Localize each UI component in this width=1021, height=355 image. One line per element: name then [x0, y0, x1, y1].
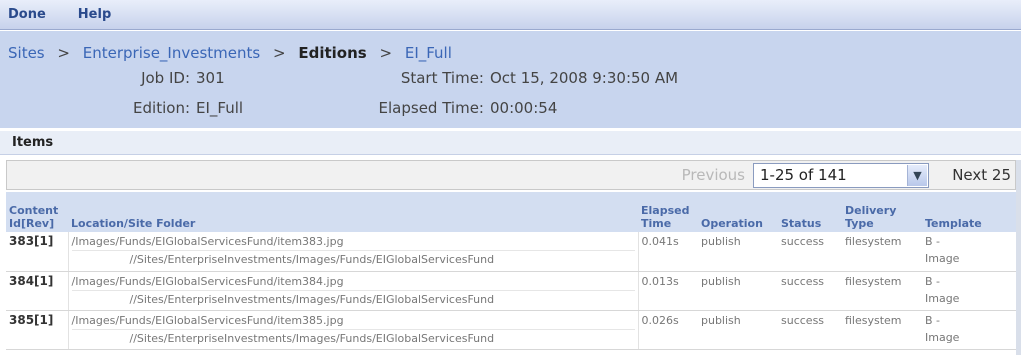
elapsed-cell: 0.026s: [637, 310, 698, 350]
start-time-label: Start Time:: [400, 69, 484, 87]
table-header-row: Content Id[Rev] Location/Site Folder Elap…: [6, 192, 1016, 232]
delivery-cell: filesystem: [842, 310, 922, 350]
status-cell: success: [778, 310, 842, 350]
location-path[interactable]: /Images/Funds/EIGlobalServicesFund/item3…: [71, 273, 635, 291]
template-cell: B - Image: [922, 232, 1016, 272]
template-cell: B - Image: [922, 271, 1016, 311]
col-delivery-type[interactable]: Delivery Type: [842, 192, 922, 232]
elapsed-time-row: Elapsed Time: 00:00:54: [374, 99, 558, 117]
location-path[interactable]: /Images/Funds/EIGlobalServicesFund/item3…: [71, 312, 635, 330]
template-cell: B - Image: [922, 310, 1016, 350]
content-id[interactable]: 384[1]: [6, 271, 68, 311]
items-section-bar: Items: [0, 131, 1021, 155]
job-header: Sites > Enterprise_Investments > Edition…: [0, 31, 1021, 128]
site-folder-path: //Sites/EnterpriseInvestments/Images/Fun…: [129, 253, 495, 266]
elapsed-cell: 0.041s: [637, 232, 698, 272]
operation-cell: publish: [698, 310, 778, 350]
location-cell: /Images/Funds/EIGlobalServicesFund/item3…: [67, 271, 638, 311]
breadcrumb-separator: >: [57, 44, 70, 62]
col-status[interactable]: Status: [778, 192, 842, 232]
col-location[interactable]: Location/Site Folder: [68, 192, 638, 232]
delivery-cell: filesystem: [842, 271, 922, 311]
table-row[interactable]: 385[1] /Images/Funds/EIGlobalServicesFun…: [6, 310, 1016, 350]
location-path[interactable]: /Images/Funds/EIGlobalServicesFund/item3…: [71, 233, 635, 251]
breadcrumb-site[interactable]: Enterprise_Investments: [83, 44, 260, 62]
table-row[interactable]: 384[1] /Images/Funds/EIGlobalServicesFun…: [6, 271, 1016, 311]
col-content-id[interactable]: Content Id[Rev]: [6, 192, 68, 232]
previous-link[interactable]: Previous: [682, 166, 745, 184]
breadcrumb-editions: Editions: [298, 44, 367, 62]
edition-row: Edition: EI_Full: [130, 99, 243, 117]
scrollbar[interactable]: [1016, 160, 1021, 355]
job-id-label: Job ID:: [141, 69, 190, 87]
chevron-down-icon[interactable]: ▼: [907, 165, 927, 186]
status-cell: success: [778, 232, 842, 272]
elapsed-cell: 0.013s: [637, 271, 698, 311]
elapsed-time-label: Elapsed Time:: [378, 99, 484, 117]
page-range-select[interactable]: 1-25 of 141 ▼: [753, 163, 929, 188]
breadcrumb: Sites > Enterprise_Investments > Edition…: [8, 44, 452, 62]
start-time-row: Start Time: Oct 15, 2008 9:30:50 AM: [374, 69, 678, 87]
menu-bar: Done Help: [0, 0, 1021, 30]
menu-help[interactable]: Help: [78, 7, 111, 22]
pager: Previous 1-25 of 141 ▼ Next 25: [6, 160, 1016, 190]
col-elapsed[interactable]: Elapsed Time: [638, 192, 698, 232]
site-folder-path: //Sites/EnterpriseInvestments/Images/Fun…: [129, 331, 495, 345]
job-id-value: 301: [196, 69, 225, 87]
location-cell: /Images/Funds/EIGlobalServicesFund/item3…: [67, 310, 638, 350]
edition-value: EI_Full: [196, 99, 244, 117]
breadcrumb-separator: >: [272, 44, 286, 62]
site-folder-path: //Sites/EnterpriseInvestments/Images/Fun…: [129, 292, 495, 306]
elapsed-time-value: 00:00:54: [490, 99, 558, 117]
job-id-row: Job ID: 301: [130, 69, 225, 87]
content-id[interactable]: 385[1]: [6, 310, 68, 350]
items-title: Items: [12, 135, 54, 150]
items-table: Content Id[Rev] Location/Site Folder Elap…: [6, 192, 1016, 350]
delivery-cell: filesystem: [842, 232, 922, 272]
col-operation[interactable]: Operation: [698, 192, 778, 232]
operation-cell: publish: [698, 232, 778, 272]
content-id[interactable]: 383[1]: [6, 232, 68, 272]
next-link[interactable]: Next 25: [952, 166, 1011, 184]
breadcrumb-edition[interactable]: EI_Full: [405, 44, 452, 62]
page-range-value: 1-25 of 141: [760, 166, 847, 184]
operation-cell: publish: [698, 271, 778, 311]
edition-label: Edition:: [133, 99, 190, 117]
table-row[interactable]: 383[1] /Images/Funds/EIGlobalServicesFun…: [6, 232, 1016, 272]
start-time-value: Oct 15, 2008 9:30:50 AM: [490, 69, 679, 87]
col-template[interactable]: Template: [922, 192, 1016, 232]
location-cell: /Images/Funds/EIGlobalServicesFund/item3…: [67, 232, 638, 272]
menu-done[interactable]: Done: [8, 7, 46, 22]
breadcrumb-separator: >: [379, 44, 393, 62]
status-cell: success: [778, 271, 842, 311]
breadcrumb-sites[interactable]: Sites: [8, 44, 45, 62]
